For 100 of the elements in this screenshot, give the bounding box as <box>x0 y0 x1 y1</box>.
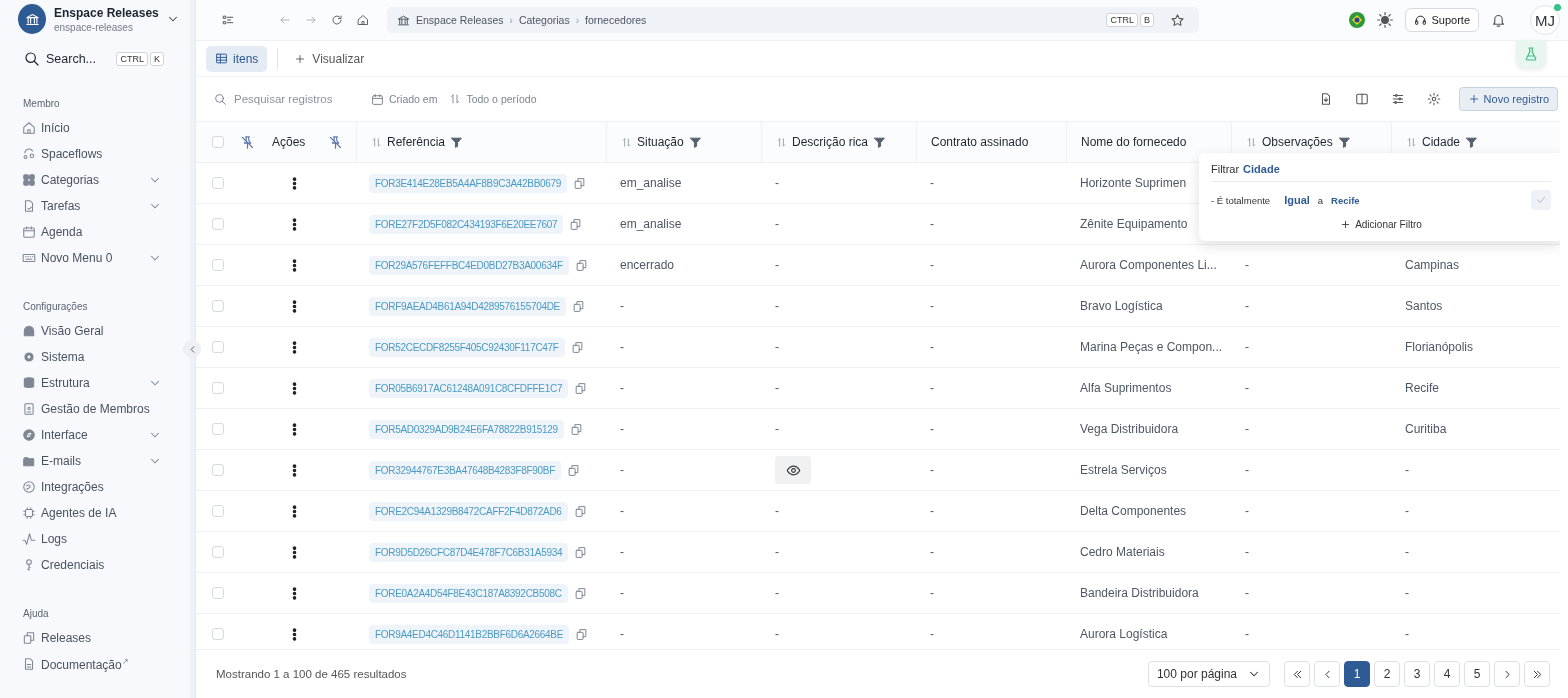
copy-button[interactable] <box>574 545 588 559</box>
period-button[interactable]: Todo o período <box>449 93 537 105</box>
column-header[interactable]: Contrato assinado <box>931 135 1029 149</box>
column-header[interactable]: Situação <box>637 135 684 149</box>
column-header[interactable]: Descrição rica <box>792 135 869 149</box>
sidebar-item[interactable]: Início <box>18 115 166 141</box>
sidebar-item[interactable]: Agentes de IA <box>18 500 166 526</box>
page-size-select[interactable]: 100 por página <box>1147 661 1270 687</box>
add-filter-button[interactable]: Adicionar Filtro <box>1334 218 1428 231</box>
file-icon <box>22 657 36 671</box>
filter-button[interactable] <box>450 135 464 149</box>
sidebar-item[interactable]: Visão Geral <box>18 318 166 344</box>
page-button[interactable]: 5 <box>1464 661 1490 687</box>
row-checkbox[interactable] <box>212 341 224 353</box>
column-header[interactable]: Cidade <box>1422 135 1461 149</box>
table-cell: - <box>1405 586 1409 600</box>
column-header[interactable]: Observações <box>1262 135 1333 149</box>
filter-button[interactable] <box>1465 135 1479 149</box>
filter-icon <box>450 135 464 149</box>
preview-button[interactable] <box>775 456 811 484</box>
column-header[interactable]: Referência <box>387 135 446 149</box>
grid-icon <box>22 173 36 187</box>
first-page-button[interactable] <box>1284 661 1310 687</box>
sidebar-item[interactable]: Documentação$^{↗}$ <box>18 651 166 677</box>
row-checkbox[interactable] <box>212 587 224 599</box>
sidebar-item[interactable]: Spaceflows <box>18 141 166 167</box>
condition-label: - É totalmente <box>1211 194 1271 206</box>
copy-button[interactable] <box>574 258 588 272</box>
sidebar-item[interactable]: Credenciais <box>18 552 166 578</box>
page-button[interactable]: 4 <box>1434 661 1460 687</box>
last-page-button[interactable] <box>1524 661 1550 687</box>
flag-icon[interactable] <box>1349 12 1366 28</box>
sidebar-item[interactable]: Releases <box>18 625 166 651</box>
plus-icon <box>294 52 307 65</box>
row-checkbox[interactable] <box>212 218 224 230</box>
select-all-checkbox[interactable] <box>212 136 224 148</box>
operator-select[interactable]: Igual <box>1284 194 1310 206</box>
user-avatar[interactable]: MJ <box>1530 5 1560 35</box>
row-checkbox[interactable] <box>212 382 224 394</box>
copy-button[interactable] <box>567 463 580 477</box>
filter-button[interactable] <box>688 135 702 149</box>
page-button[interactable]: 3 <box>1404 661 1430 687</box>
page-button[interactable]: 1 <box>1344 661 1370 687</box>
row-checkbox[interactable] <box>212 423 224 435</box>
row-checkbox[interactable] <box>212 628 224 640</box>
table-cell: em_analise <box>620 217 682 231</box>
calendar-icon <box>371 92 384 106</box>
lab-button[interactable] <box>1516 40 1546 68</box>
headset-icon <box>1414 13 1428 27</box>
filter-button[interactable] <box>1337 135 1351 149</box>
copy-button[interactable] <box>569 422 583 436</box>
row-checkbox[interactable] <box>212 464 224 476</box>
workspace-logo[interactable] <box>18 4 46 34</box>
view-tab[interactable]: itens <box>206 45 268 72</box>
add-view-button[interactable]: Visualizar <box>288 50 371 67</box>
table-cell: - <box>620 422 624 436</box>
collapse-button[interactable] <box>183 340 201 358</box>
sidebar-item[interactable]: Gestão de Membros <box>18 396 166 422</box>
row-checkbox[interactable] <box>212 300 224 312</box>
breadcrumb-link[interactable]: fornecedores <box>585 14 647 26</box>
column-header[interactable]: Nome do fornecedo <box>1081 135 1187 149</box>
copy-button[interactable] <box>573 586 587 600</box>
sidebar-item[interactable]: Categorias <box>18 167 166 193</box>
date-field-button[interactable]: Criado em <box>371 92 438 106</box>
sidebar-item[interactable]: Tarefas <box>18 193 166 219</box>
row-checkbox[interactable] <box>212 177 224 189</box>
copy-button[interactable] <box>573 176 587 190</box>
search-button[interactable]: Search... CTRL K <box>18 50 190 68</box>
copy-button[interactable] <box>573 504 587 518</box>
table-cell: Aurora Componentes Li... <box>1080 258 1217 272</box>
copy-button[interactable] <box>572 299 585 313</box>
new-record-button[interactable]: Novo registro <box>1458 87 1558 111</box>
filter-icon <box>1465 135 1479 149</box>
support-button[interactable]: Suporte <box>1405 8 1479 32</box>
row-checkbox[interactable] <box>212 259 224 271</box>
table-cell: - <box>775 299 779 313</box>
table-cell: - <box>1245 627 1249 641</box>
table-cell: Aurora Logística <box>1080 627 1168 641</box>
previous-page-button[interactable] <box>1314 661 1340 687</box>
sidebar-item[interactable]: Novo Menu 0 <box>18 245 166 271</box>
row-checkbox[interactable] <box>212 546 224 558</box>
sidebar-item[interactable]: Integrações <box>18 474 166 500</box>
sidebar-item[interactable]: Estrutura <box>18 370 166 396</box>
value-select[interactable]: Recife <box>1331 194 1360 206</box>
search-field[interactable]: Pesquisar registros <box>232 92 356 106</box>
sidebar-item[interactable]: Sistema <box>18 344 166 370</box>
copy-button[interactable] <box>574 381 588 395</box>
copy-button[interactable] <box>575 627 589 641</box>
sidebar-item[interactable]: Agenda <box>18 219 166 245</box>
copy-button[interactable] <box>569 217 583 231</box>
row-checkbox[interactable] <box>212 505 224 517</box>
breadcrumb-link[interactable]: Enspace Releases <box>416 14 504 26</box>
sidebar-item[interactable]: Logs <box>18 526 166 552</box>
popup-title: Filtrar <box>1211 163 1240 175</box>
page-button[interactable]: 2 <box>1374 661 1400 687</box>
breadcrumb-link[interactable]: Categorias <box>518 14 570 26</box>
filter-button[interactable] <box>873 135 887 149</box>
copy-button[interactable] <box>570 340 584 354</box>
sidebar-item[interactable]: Interface <box>18 422 166 448</box>
sidebar-item[interactable]: E-mails <box>18 448 166 474</box>
